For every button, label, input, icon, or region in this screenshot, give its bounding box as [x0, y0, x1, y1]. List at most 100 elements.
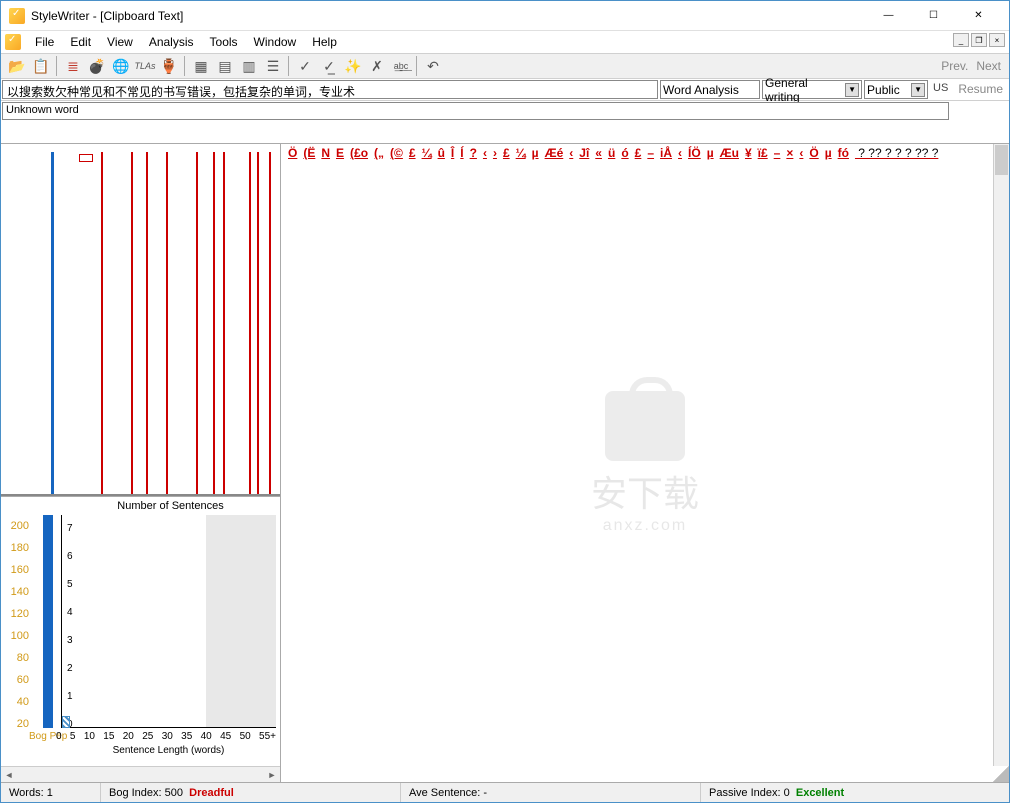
error-token[interactable]: E — [336, 146, 344, 160]
writing-style-combo[interactable]: General writing ▼ — [762, 80, 862, 99]
error-token[interactable]: – — [647, 146, 654, 160]
text-panel[interactable]: Ö(ËNE(£o(„(©£¼ûÎÍ?‹›£¼µÆé‹Jî«üó£–iÅ‹ÍÖµÆ… — [281, 144, 1009, 782]
bomb-icon[interactable]: 💣 — [86, 55, 108, 77]
error-token[interactable]: N — [321, 146, 330, 160]
locale-label[interactable]: US — [929, 79, 952, 100]
minimize-button[interactable]: — — [866, 2, 911, 30]
world-icon[interactable]: 🌐 — [110, 55, 132, 77]
error-token[interactable]: µ — [825, 146, 832, 160]
resume-button[interactable]: Resume — [952, 79, 1009, 100]
error-token[interactable]: iÅ — [660, 146, 672, 160]
menu-analysis[interactable]: Analysis — [141, 33, 202, 51]
mdi-close[interactable]: × — [989, 33, 1005, 47]
menu-tools[interactable]: Tools — [202, 33, 246, 51]
error-token[interactable]: £ — [409, 146, 416, 160]
error-token[interactable]: Í — [460, 146, 463, 160]
tick1-icon[interactable]: ✓ — [294, 55, 316, 77]
data-bar — [62, 716, 70, 728]
error-token[interactable]: ó — [621, 146, 628, 160]
error-token[interactable]: ‹ — [569, 146, 573, 160]
close-button[interactable]: ✕ — [956, 2, 1001, 30]
x-axis-label: Sentence Length (words) — [61, 745, 276, 756]
wand-icon[interactable]: ✨ — [342, 55, 364, 77]
prev-button[interactable]: Prev. — [937, 57, 972, 75]
error-token[interactable]: ¥ — [745, 146, 752, 160]
grid1-icon[interactable]: ▦ — [190, 55, 212, 77]
h-scrollbar[interactable]: ◄ ► — [1, 766, 280, 782]
watermark: 安下载 anxz.com — [591, 391, 699, 535]
error-token[interactable]: µ — [532, 146, 539, 160]
sentence-graph[interactable] — [1, 144, 280, 496]
error-token[interactable]: ï£ — [758, 146, 768, 160]
error-token[interactable]: Ö — [809, 146, 818, 160]
error-token[interactable]: « — [595, 146, 602, 160]
tick2-icon[interactable]: ✓̲ — [318, 55, 340, 77]
unknown-word-field[interactable]: Unknown word — [2, 102, 949, 120]
titlebar: StyleWriter - [Clipboard Text] — ☐ ✕ — [1, 1, 1009, 31]
grid2-icon[interactable]: ▤ — [214, 55, 236, 77]
error-token[interactable]: × — [786, 146, 793, 160]
chart-title: Number of Sentences — [61, 497, 280, 512]
tla-icon[interactable]: TLAs — [134, 55, 156, 77]
error-token[interactable]: ¼ — [516, 146, 526, 160]
error-token[interactable]: Jî — [579, 146, 589, 160]
error-token[interactable]: Æu — [720, 146, 739, 160]
error-token[interactable]: fó — [838, 146, 849, 160]
sentence-length-chart[interactable]: Number of Sentences 200 180 160 140 120 … — [1, 496, 280, 766]
menu-file[interactable]: File — [27, 33, 62, 51]
audience-combo[interactable]: Public ▼ — [864, 80, 928, 99]
description-field[interactable]: 以搜索数欠种常见和不常见的书写错误，包括复杂的单词，专业术 — [2, 80, 658, 99]
error-token[interactable]: ¼ — [422, 146, 432, 160]
abc-icon[interactable]: a͟b͟c͟ — [390, 55, 412, 77]
v-scrollbar[interactable] — [993, 144, 1009, 766]
status-ave: Ave Sentence: - — [401, 783, 701, 802]
tick-x-icon[interactable]: ✗ — [366, 55, 388, 77]
error-token[interactable]: (£o — [350, 146, 368, 160]
error-token[interactable]: ‹ — [678, 146, 682, 160]
menu-window[interactable]: Window — [246, 33, 305, 51]
scroll-thumb[interactable] — [995, 145, 1008, 175]
error-token[interactable]: (© — [390, 146, 403, 160]
error-token[interactable]: Ö — [288, 146, 297, 160]
mdi-controls: _ ❐ × — [953, 33, 1005, 47]
undo-icon[interactable]: ↶ — [422, 55, 444, 77]
categories-icon[interactable]: ≣ — [62, 55, 84, 77]
scroll-right-icon[interactable]: ► — [264, 770, 280, 780]
error-token[interactable]: £ — [503, 146, 510, 160]
error-token[interactable]: Æé — [545, 146, 564, 160]
mortar-icon[interactable]: 🏺 — [158, 55, 180, 77]
document-icon[interactable] — [5, 34, 21, 50]
open-icon[interactable]: 📂 — [6, 55, 28, 77]
clipboard-icon[interactable]: 📋 — [30, 55, 52, 77]
resize-grip-icon[interactable] — [993, 766, 1009, 782]
blue-marker — [51, 152, 54, 494]
menu-help[interactable]: Help — [304, 33, 345, 51]
menu-view[interactable]: View — [99, 33, 141, 51]
error-token[interactable]: (Ë — [303, 146, 315, 160]
next-button[interactable]: Next — [972, 57, 1005, 75]
error-token[interactable]: ‹ — [483, 146, 487, 160]
error-token[interactable]: – — [774, 146, 781, 160]
maximize-button[interactable]: ☐ — [911, 2, 956, 30]
error-tokens[interactable]: Ö(ËNE(£o(„(©£¼ûÎÍ?‹›£¼µÆé‹Jî«üó£–iÅ‹ÍÖµÆ… — [285, 146, 1005, 160]
error-token[interactable]: ? — [470, 146, 477, 160]
menu-edit[interactable]: Edit — [62, 33, 99, 51]
scroll-left-icon[interactable]: ◄ — [1, 770, 17, 780]
error-token[interactable]: µ — [707, 146, 714, 160]
grid3-icon[interactable]: ▥ — [238, 55, 260, 77]
word-analysis-combo[interactable]: Word Analysis — [660, 80, 760, 99]
left-panel: Number of Sentences 200 180 160 140 120 … — [1, 144, 281, 782]
error-token[interactable]: ÍÖ — [688, 146, 701, 160]
mdi-restore[interactable]: ❐ — [971, 33, 987, 47]
error-token[interactable]: ‹ — [799, 146, 803, 160]
infobar: 以搜索数欠种常见和不常见的书写错误，包括复杂的单词，专业术 Word Analy… — [1, 79, 1009, 101]
error-token[interactable]: Î — [451, 146, 454, 160]
error-token[interactable]: („ — [374, 146, 384, 160]
error-token[interactable]: ü — [608, 146, 615, 160]
error-token[interactable]: › — [493, 146, 497, 160]
error-token[interactable]: £ — [635, 146, 642, 160]
grid4-icon[interactable]: ☰ — [262, 55, 284, 77]
graph-line — [196, 152, 198, 494]
error-token[interactable]: û — [438, 146, 445, 160]
mdi-minimize[interactable]: _ — [953, 33, 969, 47]
